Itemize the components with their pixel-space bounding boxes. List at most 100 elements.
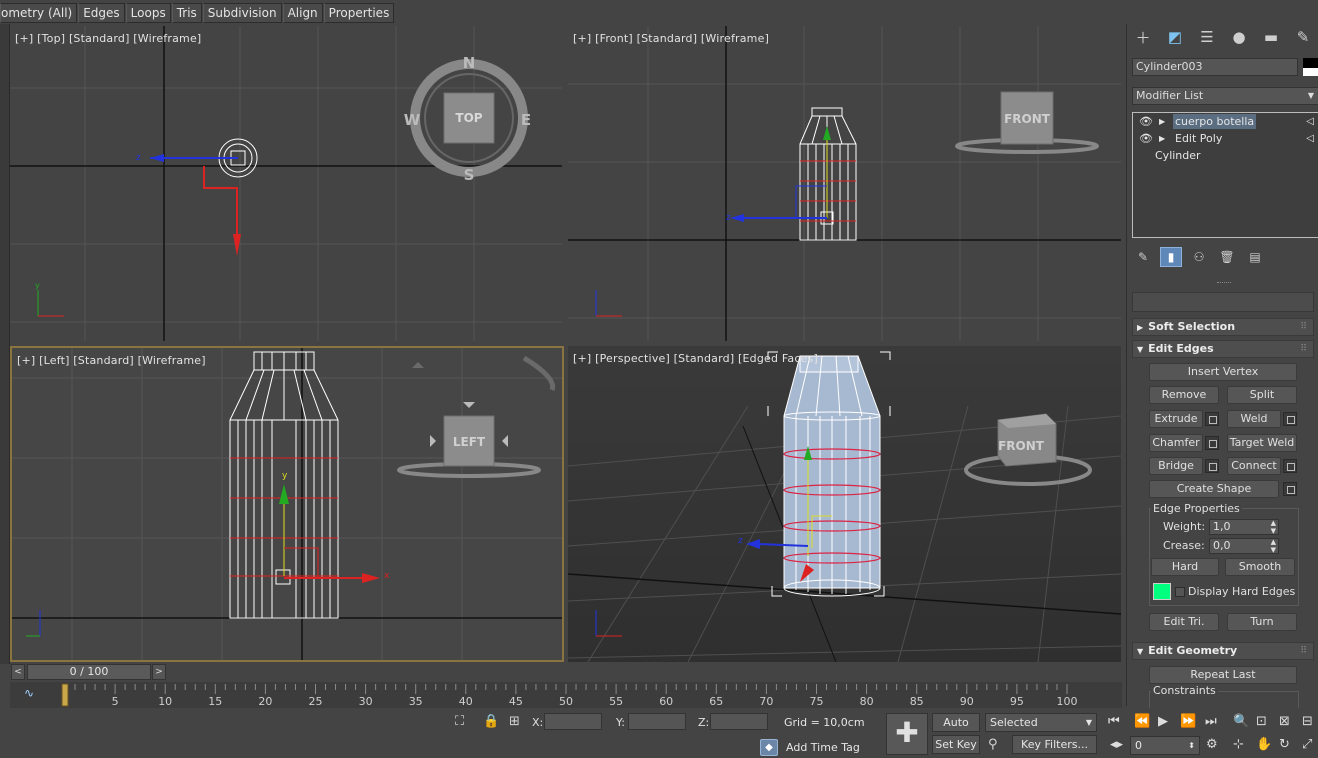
- lock-icon[interactable]: 🔒: [483, 714, 499, 729]
- viewport-left-label[interactable]: [+] [Left] [Standard] [Wireframe]: [17, 354, 206, 367]
- motion-icon[interactable]: ●: [1223, 24, 1255, 50]
- viewport-perspective[interactable]: z FRONT [+] [Perspective] [Standard] [Ed…: [568, 346, 1121, 662]
- time-slider[interactable]: < 0 / 100 >: [10, 664, 1122, 680]
- object-color-swatch[interactable]: [1303, 58, 1318, 76]
- spinner-arrows-icon[interactable]: ▲ ▼: [1271, 519, 1276, 535]
- extrude-button[interactable]: Extrude: [1149, 410, 1203, 428]
- edit-tri-button[interactable]: Edit Tri.: [1149, 613, 1219, 631]
- connect-settings-icon[interactable]: [1283, 459, 1297, 473]
- play-icon[interactable]: ▶: [1158, 714, 1168, 729]
- drag-handle-icon[interactable]: ⠿: [1300, 319, 1307, 335]
- viewcube-front-face[interactable]: FRONT: [1004, 112, 1051, 126]
- field-of-view-icon[interactable]: ⊹: [1233, 737, 1244, 752]
- viewport-front[interactable]: z FRONT [+] [Front] [Standard] [Wirefram…: [568, 26, 1121, 341]
- modifier-list-dropdown[interactable]: Modifier List ▼: [1132, 87, 1318, 105]
- go-to-start-icon[interactable]: ⏮: [1108, 714, 1120, 729]
- make-unique-icon[interactable]: ⚇: [1188, 247, 1210, 267]
- ribbon-tab-edges[interactable]: Edges: [78, 2, 125, 23]
- y-coordinate-field[interactable]: [628, 713, 686, 730]
- zoom-icon[interactable]: 🔍: [1233, 714, 1249, 729]
- orbit-icon[interactable]: ↻: [1279, 737, 1290, 752]
- current-frame-field[interactable]: 0 ⬍: [1130, 736, 1200, 755]
- create-shape-settings-icon[interactable]: [1283, 482, 1297, 496]
- viewcube-persp-face[interactable]: FRONT: [998, 439, 1045, 453]
- pin-stack-icon[interactable]: ✎: [1132, 247, 1154, 267]
- viewport-top[interactable]: z y TOP N S E W [+] [Top] [Standard] [Wi…: [10, 26, 562, 341]
- turn-button[interactable]: Turn: [1227, 613, 1297, 631]
- absolute-mode-icon[interactable]: ⊞: [509, 714, 520, 729]
- previous-frame-button[interactable]: <: [11, 664, 25, 680]
- spinner-arrows-icon[interactable]: ⬍: [1188, 737, 1195, 754]
- stack-item-edit-poly[interactable]: 👁 ▶ Edit Poly ◁: [1133, 130, 1318, 147]
- viewport-left[interactable]: x y LEFT [+] [Left] [Standard] [Wirefram…: [10, 346, 564, 662]
- viewport-top-label[interactable]: [+] [Top] [Standard] [Wireframe]: [15, 32, 201, 45]
- bridge-settings-icon[interactable]: [1205, 459, 1219, 473]
- connect-button[interactable]: Connect: [1227, 457, 1281, 475]
- previous-key-icon[interactable]: ⏪: [1134, 714, 1150, 729]
- zoom-extents-all-icon[interactable]: ⊟: [1302, 714, 1313, 729]
- auto-key-button[interactable]: Auto Key: [932, 713, 980, 746]
- track-bar[interactable]: ∿ 05101520253035404550556065707580859095…: [10, 682, 1122, 708]
- rollout-edit-geometry[interactable]: ▼ Edit Geometry ⠿: [1132, 642, 1314, 660]
- x-coordinate-field[interactable]: [544, 713, 602, 730]
- next-key-icon[interactable]: ⏩: [1180, 714, 1196, 729]
- weight-spinner[interactable]: 1,0 ▲ ▼: [1209, 519, 1279, 535]
- panel-grip[interactable]: [1217, 282, 1231, 284]
- viewcube-left-face[interactable]: LEFT: [453, 435, 486, 449]
- remove-modifier-icon[interactable]: 🗑: [1216, 247, 1238, 267]
- ribbon-tab-loops[interactable]: Loops: [125, 2, 171, 23]
- viewport-perspective-label[interactable]: [+] [Perspective] [Standard] [Edged Face…: [573, 352, 818, 365]
- ribbon-tab-subdivision[interactable]: Subdivision: [202, 2, 282, 23]
- hard-button[interactable]: Hard: [1151, 558, 1219, 576]
- create-icon[interactable]: ＋: [1127, 24, 1159, 50]
- stack-item-cylinder[interactable]: Cylinder: [1133, 147, 1318, 164]
- add-time-tag-button[interactable]: Add Time Tag: [786, 741, 860, 754]
- modifier-stack[interactable]: 👁 ▶ cuerpo botella ◁ 👁 ▶ Edit Poly ◁ Cyl…: [1132, 112, 1318, 238]
- pan-view-icon[interactable]: ✋: [1256, 737, 1272, 752]
- key-mode-toggle-icon[interactable]: ◂▸: [1110, 737, 1123, 752]
- extrude-settings-icon[interactable]: [1205, 412, 1219, 426]
- go-to-end-icon[interactable]: ⏭: [1205, 714, 1217, 729]
- expand-triangle-icon[interactable]: ▶: [1159, 113, 1165, 130]
- expand-triangle-icon[interactable]: ▶: [1159, 130, 1165, 147]
- selected-dropdown[interactable]: Selected ▼: [985, 713, 1097, 732]
- stack-item-cuerpo-botella[interactable]: 👁 ▶ cuerpo botella ◁: [1133, 113, 1318, 130]
- hard-edge-color-swatch[interactable]: [1153, 583, 1171, 600]
- weld-button[interactable]: Weld: [1227, 410, 1281, 428]
- time-slider-thumb[interactable]: 0 / 100: [27, 664, 151, 680]
- smooth-button[interactable]: Smooth: [1225, 558, 1295, 576]
- next-frame-button[interactable]: >: [152, 664, 166, 680]
- ribbon-tab-align[interactable]: Align: [282, 2, 323, 23]
- spinner-arrows-icon[interactable]: ▲ ▼: [1271, 538, 1276, 554]
- crease-spinner[interactable]: 0,0 ▲ ▼: [1209, 538, 1279, 554]
- rollout-soft-selection[interactable]: ▶ Soft Selection ⠿: [1132, 318, 1314, 336]
- eye-icon[interactable]: 👁: [1139, 130, 1153, 147]
- repeat-last-button[interactable]: Repeat Last: [1149, 666, 1297, 684]
- ribbon-tab-tris[interactable]: Tris: [171, 2, 202, 23]
- drag-handle-icon[interactable]: ⠿: [1300, 341, 1307, 357]
- chamfer-settings-icon[interactable]: [1205, 436, 1219, 450]
- zoom-extents-icon[interactable]: ⊠: [1279, 714, 1290, 729]
- object-name-field[interactable]: Cylinder003: [1132, 58, 1298, 76]
- key-mode-icon[interactable]: ⚲: [988, 737, 998, 752]
- set-keys-icon[interactable]: ✚: [886, 713, 928, 755]
- weld-settings-icon[interactable]: [1283, 412, 1297, 426]
- remove-button[interactable]: Remove: [1149, 386, 1219, 404]
- drag-handle-icon[interactable]: ⠿: [1300, 643, 1307, 659]
- bridge-button[interactable]: Bridge: [1149, 457, 1203, 475]
- target-weld-button[interactable]: Target Weld: [1227, 434, 1297, 452]
- selection-lock-icon[interactable]: ⛶: [455, 714, 464, 729]
- hierarchy-icon[interactable]: ☰: [1191, 24, 1223, 50]
- ribbon-tab-properties[interactable]: Properties: [323, 2, 395, 23]
- time-configuration-icon[interactable]: ⚙: [1206, 737, 1218, 752]
- z-coordinate-field[interactable]: [710, 713, 768, 730]
- set-key-button[interactable]: Set Key: [932, 735, 980, 754]
- viewport-front-label[interactable]: [+] [Front] [Standard] [Wireframe]: [573, 32, 769, 45]
- maximize-viewport-icon[interactable]: ⤢: [1302, 737, 1312, 752]
- create-shape-button[interactable]: Create Shape: [1149, 480, 1279, 498]
- insert-vertex-button[interactable]: Insert Vertex: [1149, 363, 1297, 381]
- viewcube-top-face[interactable]: TOP: [455, 111, 482, 125]
- chamfer-button[interactable]: Chamfer: [1149, 434, 1203, 452]
- show-end-result-icon[interactable]: ▮: [1160, 247, 1182, 267]
- eye-icon[interactable]: 👁: [1139, 113, 1153, 130]
